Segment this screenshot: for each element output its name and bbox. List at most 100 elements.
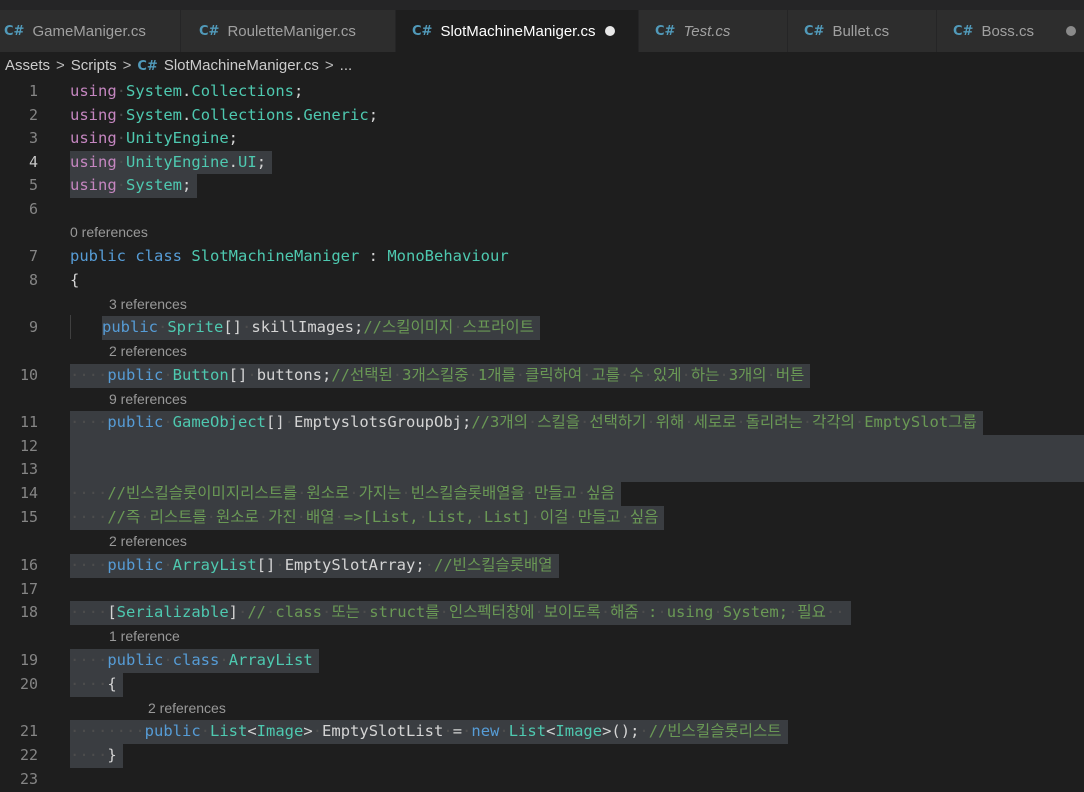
code-line[interactable]: 1 using·System.Collections; (0, 80, 1084, 104)
code-text[interactable]: ····public·ArrayList[]·EmptySlotArray;·/… (70, 554, 559, 578)
whitespace-marker: · (140, 508, 150, 526)
codelens-references[interactable]: 1 reference (109, 628, 180, 644)
code-token: public (70, 247, 126, 265)
code-token: 빈스킬슬롯배열을 (410, 484, 525, 502)
code-line[interactable]: 7 public class SlotMachineManiger : MonoB… (0, 245, 1084, 269)
code-line[interactable]: 16 ····public·ArrayList[]·EmptySlotArray;… (0, 554, 1084, 578)
unsaved-dot-icon[interactable] (604, 26, 615, 36)
code-line[interactable]: 22 ····} (0, 744, 1084, 768)
breadcrumb-file[interactable]: SlotMachineManiger.cs (164, 57, 319, 74)
code-text[interactable]: ····} (70, 744, 123, 768)
code-text[interactable]: using·System.Collections.Generic; (70, 104, 384, 128)
code-token: 싶음 (629, 508, 659, 526)
tab-gamemaniger[interactable]: C# GameManiger.cs (0, 10, 180, 52)
code-line[interactable]: 9 public·Sprite[]·skillImages;//스킬이미지·스프라… (0, 316, 1084, 340)
code-token: MonoBehaviour (387, 247, 509, 265)
breadcrumb-symbol[interactable]: ... (340, 57, 353, 74)
line-number: 5 (28, 176, 38, 194)
code-text[interactable]: { (70, 269, 85, 293)
whitespace-marker: · (258, 508, 269, 526)
codelens-references[interactable]: 3 references (109, 296, 187, 312)
codelens-references[interactable]: 2 references (109, 343, 187, 359)
line-number: 15 (19, 508, 38, 526)
code-line[interactable]: 2 using·System.Collections.Generic; (0, 104, 1084, 128)
code-text[interactable] (70, 458, 1084, 482)
code-text[interactable]: ····//즉·리스트를·원소로·가진·배열·=>[List,·List,·Li… (70, 506, 665, 530)
codelens-references[interactable]: 2 references (148, 700, 226, 716)
code-line[interactable]: 6 (0, 198, 1084, 222)
code-token: >(); (602, 722, 640, 740)
tab-bullet[interactable]: C# Bullet.cs (788, 10, 936, 52)
code-line[interactable]: 3 using·UnityEngine; (0, 127, 1084, 151)
breadcrumb-assets[interactable]: Assets (5, 57, 50, 74)
whitespace-marker: · (266, 603, 276, 621)
code-line[interactable]: 11 ····public·GameObject[]·EmptyslotsGrou… (0, 411, 1084, 435)
code-text[interactable]: ····public·GameObject[]·EmptyslotsGroupO… (70, 411, 983, 435)
code-text[interactable]: using·System; (70, 174, 198, 198)
code-text[interactable]: ····[Serializable]·//·class·또는·struct를·인… (70, 601, 851, 625)
code-line[interactable]: 21 ········public·List<Image>·EmptySlotLi… (0, 720, 1084, 744)
code-text[interactable]: ····public·Button[]·buttons;//선택된·3개스킬중·… (70, 364, 811, 388)
code-line[interactable]: 19 ····public·class·ArrayList (0, 649, 1084, 673)
code-text[interactable]: public·Sprite[]·skillImages;//스킬이미지·스프라이… (102, 316, 540, 340)
code-text[interactable]: ········public·List<Image>·EmptySlotList… (70, 720, 788, 744)
code-token: //빈스킬슬롯배열 (434, 556, 553, 574)
code-token: struct를 (369, 603, 440, 621)
breadcrumb-scripts[interactable]: Scripts (71, 57, 117, 74)
whitespace-marker: · (530, 508, 540, 526)
codelens-references[interactable]: 9 references (109, 391, 187, 407)
tab-boss[interactable]: C# Boss.cs (937, 10, 1084, 52)
code-text[interactable] (70, 578, 76, 602)
whitespace-marker: · (439, 603, 449, 621)
code-line[interactable]: 17 (0, 578, 1084, 602)
code-text[interactable]: ····//빈스킬슬롯이미지리스트를·원소로·가지는·빈스킬슬롯배열을·만들고·… (70, 482, 621, 506)
whitespace-marker: · (158, 318, 168, 336)
code-token: using (70, 152, 117, 171)
code-token: . (182, 82, 192, 100)
whitespace-marker: ········ (70, 722, 145, 740)
code-token: //즉 (107, 508, 141, 526)
code-token: public (107, 556, 164, 574)
code-token: 또는 (331, 603, 360, 621)
code-line[interactable]: 13 (0, 458, 1084, 482)
code-token: //빈스킬슬롯이미지리스트를 (107, 484, 298, 502)
code-line[interactable]: 4 using·UnityEngine.UI; (0, 150, 1084, 174)
whitespace-marker: · (619, 366, 630, 384)
code-token: Generic (303, 105, 369, 124)
code-line[interactable]: 15 ····//즉·리스트를·원소로·가진·배열·=>[List,·List,·… (0, 506, 1084, 530)
whitespace-marker: · (854, 413, 865, 431)
code-text[interactable] (70, 198, 76, 222)
codelens-references[interactable]: 0 references (70, 224, 148, 240)
code-line[interactable]: 10 ····public·Button[]·buttons;//선택된·3개스킬… (0, 364, 1084, 388)
code-line[interactable]: 8{ (0, 269, 1084, 293)
code-token: using (70, 105, 117, 124)
code-line[interactable]: 5 using·System; (0, 174, 1084, 198)
tab-test[interactable]: C# Test.cs (639, 10, 787, 52)
code-line[interactable]: 12 (0, 434, 1084, 458)
codelens-references[interactable]: 2 references (109, 533, 187, 549)
unsaved-dot-icon[interactable] (1065, 26, 1076, 36)
tab-roulettemaniger[interactable]: C# RouletteManiger.cs (181, 10, 395, 52)
code-editor[interactable]: 1 using·System.Collections; 2 using·System… (0, 80, 1084, 788)
code-line[interactable]: 18 ····[Serializable]·//·class·또는·struct를… (0, 601, 1084, 625)
code-token: 있게 (652, 366, 682, 384)
code-line[interactable]: 20 ····{ (0, 673, 1084, 697)
whitespace-marker: · (802, 413, 813, 431)
code-token: List (210, 722, 248, 740)
code-token: public (102, 318, 158, 336)
code-text[interactable] (70, 768, 76, 792)
code-token: 가지는 (358, 484, 402, 502)
line-number: 22 (19, 746, 38, 764)
whitespace-marker: · (468, 366, 478, 384)
tab-slotmachinemaniger[interactable]: C# SlotMachineManiger.cs (396, 10, 638, 52)
code-text[interactable] (70, 434, 1084, 458)
code-text[interactable]: using·System.Collections; (70, 80, 309, 104)
code-text[interactable]: using·UnityEngine.UI; (70, 150, 273, 174)
code-text[interactable]: ····{ (70, 673, 123, 697)
code-text[interactable]: public class SlotMachineManiger : MonoBe… (70, 245, 515, 269)
code-line[interactable]: 14 ····//빈스킬슬롯이미지리스트를·원소로·가지는·빈스킬슬롯배열을·만들… (0, 482, 1084, 506)
code-token: 버튼 (775, 366, 805, 384)
code-text[interactable]: using·UnityEngine; (70, 127, 244, 151)
code-text[interactable]: ····public·class·ArrayList (70, 649, 319, 673)
code-line[interactable]: 23 (0, 768, 1084, 792)
